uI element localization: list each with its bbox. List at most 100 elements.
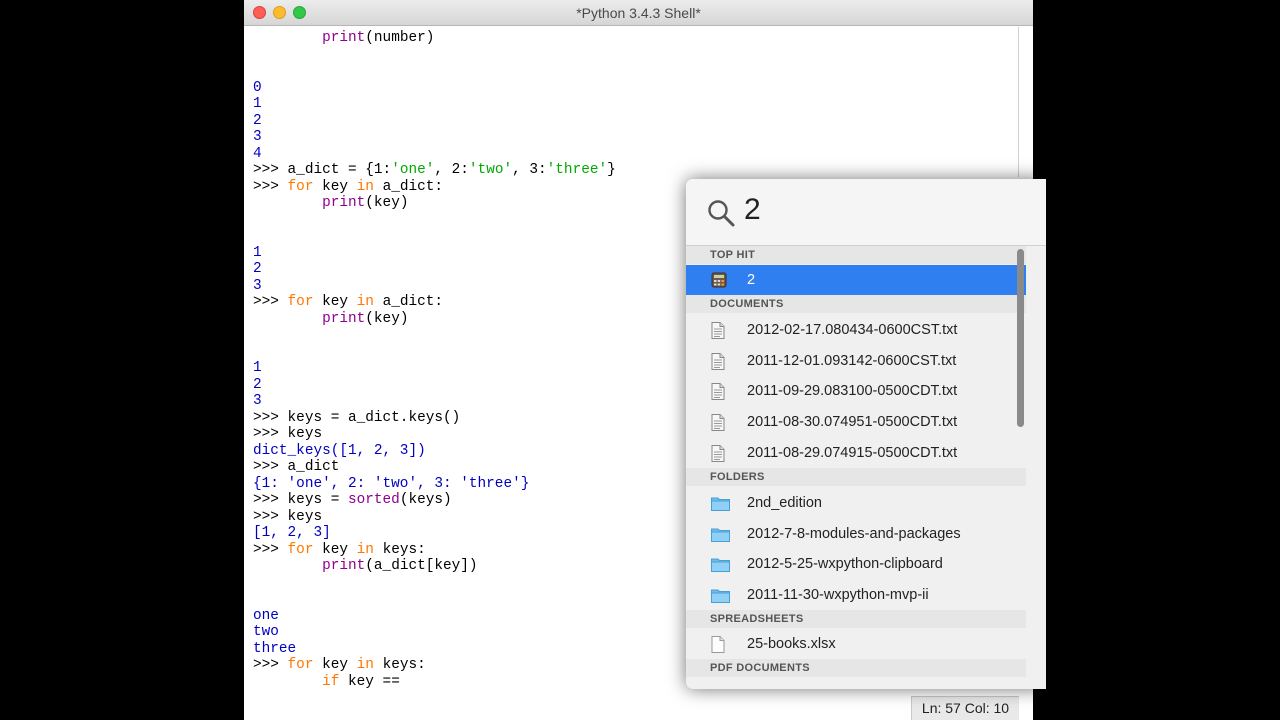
code-token: in — [356, 657, 374, 673]
section-header-documents: DOCUMENTS — [686, 295, 1026, 313]
code-token: , 2: — [434, 162, 469, 178]
shell-line: >>> a_dict = {1:'one', 2:'two', 3:'three… — [253, 162, 1018, 179]
code-token: for — [287, 294, 314, 310]
result-item-label: 2011-09-29.083100-0500CDT.txt — [747, 383, 958, 400]
code-token: a_dict: — [373, 178, 444, 195]
code-token: >>> keys = — [253, 492, 348, 508]
result-item-folder[interactable]: 2011-11-30-wxpython-mvp-ii — [686, 580, 1026, 610]
shell-line: 2 — [253, 113, 1018, 130]
result-item-document[interactable]: 2011-12-01.093142-0600CST.txt — [686, 346, 1026, 376]
section-header-pdf-documents: PDF DOCUMENTS — [686, 659, 1026, 677]
code-token: key == — [339, 673, 400, 690]
result-item-label: 2012-02-17.080434-0600CST.txt — [747, 322, 958, 338]
code-token: print — [322, 310, 366, 327]
cursor-position-status: Ln: 57 Col: 10 — [911, 696, 1019, 720]
result-item-top-hit[interactable]: 2 — [686, 265, 1026, 295]
code-token: for — [287, 178, 314, 195]
shell-line: 3 — [253, 129, 1018, 146]
text-document-icon — [711, 352, 725, 370]
code-token: >>> — [253, 657, 288, 673]
code-token: } — [607, 162, 616, 178]
result-item-label: 2011-08-30.074951-0500CDT.txt — [747, 414, 958, 431]
result-item-label: 2nd_edition — [747, 495, 822, 511]
result-item-folder[interactable]: 2012-7-8-modules-and-packages — [686, 519, 1026, 549]
result-item-document[interactable]: 2012-02-17.080434-0600CST.txt — [686, 315, 1026, 345]
result-item-label: 2012-5-25-wxpython-clipboard — [747, 556, 943, 573]
result-item-document[interactable]: 2011-09-29.083100-0500CDT.txt — [686, 376, 1026, 406]
code-token: 'three' — [546, 162, 608, 178]
code-token: one — [253, 607, 279, 624]
text-document-icon — [711, 322, 725, 339]
section-header-folders: FOLDERS — [686, 468, 1026, 486]
result-item-label: 2012-7-8-modules-and-packages — [747, 525, 961, 542]
code-token: two — [253, 624, 279, 640]
vertical-scrollbar[interactable] — [1018, 27, 1019, 177]
shell-line: print(number) — [253, 30, 1018, 47]
code-token: , 3: — [512, 162, 547, 178]
code-token: 1 — [253, 96, 262, 112]
code-token: 0 — [253, 79, 262, 96]
code-token: a_dict: — [373, 294, 444, 310]
code-token: in — [356, 294, 374, 310]
code-token: 3 — [253, 277, 262, 294]
code-token: 3 — [253, 129, 262, 145]
folder-icon — [711, 497, 730, 511]
shell-line: 1 — [253, 96, 1018, 113]
code-token: (key) — [365, 195, 409, 211]
folder-icon — [711, 558, 730, 573]
result-item-label: 2011-08-29.074915-0500CDT.txt — [747, 444, 958, 461]
code-token: (keys) — [399, 492, 452, 508]
code-token: >>> — [253, 541, 288, 558]
result-item-document[interactable]: 2011-08-29.074915-0500CDT.txt — [686, 438, 1026, 468]
code-token: in — [356, 541, 374, 558]
code-token: 2 — [253, 112, 262, 129]
title-bar[interactable]: *Python 3.4.3 Shell* — [244, 0, 1033, 26]
code-token: 'two' — [468, 162, 513, 178]
result-item-folder[interactable]: 2nd_edition — [686, 488, 1026, 518]
result-item-spreadsheet[interactable]: 25-books.xlsx — [686, 629, 1026, 659]
code-token: keys: — [373, 657, 426, 673]
code-token: >>> keys — [253, 426, 323, 442]
code-token: (number) — [365, 30, 435, 46]
result-item-document[interactable]: 2011-08-30.074951-0500CDT.txt — [686, 407, 1026, 437]
code-token: dict_keys([1, 2, 3]) — [253, 442, 426, 459]
code-token: >>> — [253, 294, 288, 310]
spotlight-panel: 2 TOP HIT 2 DOCUMENTS 2012-02-17.080434-… — [686, 179, 1046, 689]
code-token: for — [287, 657, 314, 673]
code-token: if — [322, 673, 340, 690]
shell-line: 4 — [253, 146, 1018, 163]
spotlight-search-bar[interactable]: 2 — [686, 179, 1046, 246]
result-item-label: 25-books.xlsx — [747, 636, 836, 652]
code-token: key — [313, 178, 357, 195]
code-token: key — [313, 294, 357, 310]
code-token: 2 — [253, 261, 262, 277]
code-token: (key) — [365, 310, 409, 327]
search-query-text[interactable]: 2 — [744, 193, 761, 227]
shell-line: 0 — [253, 80, 1018, 97]
section-header-top-hit: TOP HIT — [686, 246, 1026, 264]
code-token: [1, 2, 3] — [253, 525, 331, 541]
code-token: print — [322, 558, 366, 574]
code-token: for — [287, 541, 314, 558]
spotlight-scrollbar[interactable] — [1017, 249, 1024, 427]
text-document-icon — [711, 444, 725, 462]
result-item-label: 2011-12-01.093142-0600CST.txt — [747, 352, 957, 369]
code-token: >>> a_dict — [253, 459, 340, 475]
result-item-label: 2 — [747, 272, 756, 288]
text-document-icon — [711, 383, 725, 401]
code-token: >>> keys = a_dict.keys() — [253, 409, 461, 426]
code-token: three — [253, 640, 297, 657]
folder-icon — [711, 589, 730, 604]
code-token: 1 — [253, 244, 262, 261]
spotlight-results-list: TOP HIT 2 DOCUMENTS 2012-02-17.080434-06… — [686, 246, 1026, 689]
code-token: {1: 'one', 2: 'two', 3: 'three'} — [253, 475, 530, 492]
code-token: sorted — [348, 492, 400, 508]
calculator-app-icon — [711, 272, 727, 288]
result-item-folder[interactable]: 2012-5-25-wxpython-clipboard — [686, 549, 1026, 579]
